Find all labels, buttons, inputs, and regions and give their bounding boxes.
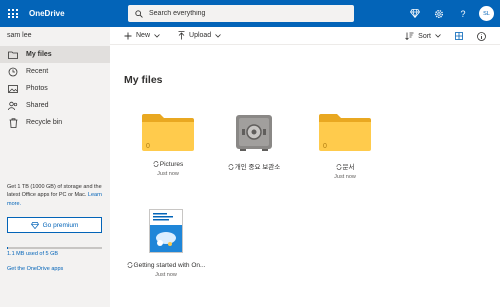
upload-label: Upload (189, 32, 212, 39)
folder-tile-pictures[interactable]: 0 Pictures Just now (133, 110, 203, 177)
go-premium-button[interactable]: Go premium (7, 217, 102, 233)
trash-icon (8, 117, 18, 128)
chevron-down-icon (215, 33, 221, 38)
sidebar-item-recycle-bin[interactable]: Recycle bin (0, 114, 110, 131)
help-button[interactable]: ? (451, 0, 475, 27)
storage-bar (7, 247, 102, 249)
item-name: 문서 (342, 164, 355, 171)
grid-view-icon (455, 32, 463, 40)
item-date: Just now (155, 272, 177, 278)
item-date: Just now (157, 171, 179, 177)
personal-vault-tile[interactable]: 개인 중요 보관소 (219, 110, 289, 171)
diamond-icon (410, 9, 420, 18)
app-title[interactable]: OneDrive (29, 9, 65, 18)
clock-icon (8, 67, 18, 77)
storage-text[interactable]: 1.1 MB used of 5 GB (7, 251, 58, 257)
sync-status-icon (228, 164, 234, 171)
plus-icon (124, 32, 132, 39)
folder-icon (8, 50, 18, 60)
search-icon (135, 9, 143, 18)
upload-icon (178, 31, 185, 40)
folder-count-badge: 0 (323, 143, 327, 150)
item-name: Getting started with On... (133, 262, 206, 269)
people-icon (8, 101, 18, 111)
details-pane-button[interactable] (477, 31, 490, 41)
sidebar-item-label: Recycle bin (26, 119, 63, 126)
folder-icon: 0 (142, 114, 194, 151)
vault-icon (236, 115, 272, 151)
sync-status-icon (153, 161, 159, 168)
waffle-icon (8, 8, 18, 19)
document-tile-getting-started[interactable]: Getting started with On... Just now (124, 209, 208, 278)
search-input[interactable] (149, 10, 339, 17)
avatar[interactable]: SL (479, 6, 494, 21)
go-premium-label: Go premium (42, 221, 79, 229)
view-options-button[interactable] (455, 32, 467, 40)
app-launcher-button[interactable] (3, 0, 23, 27)
sidebar-item-shared[interactable]: Shared (0, 97, 110, 114)
storage-promo: Get 1 TB (1000 GB) of storage and the la… (7, 183, 105, 208)
info-icon (477, 31, 486, 41)
command-bar: New Upload Sort (110, 27, 500, 45)
search-box[interactable] (128, 5, 354, 22)
image-icon (8, 84, 18, 94)
sort-label: Sort (418, 32, 431, 40)
user-name: sam lee (7, 32, 32, 39)
settings-button[interactable] (427, 0, 451, 27)
sidebar-item-my-files[interactable]: My files (0, 46, 110, 63)
page-title: My files (124, 74, 163, 86)
folder-tile-documents[interactable]: 0 문서 Just now (310, 110, 380, 180)
sync-status-icon (336, 164, 341, 171)
sidebar-item-label: Photos (26, 85, 48, 92)
chevron-down-icon (154, 33, 160, 38)
document-thumbnail-icon (149, 209, 183, 253)
top-bar: OneDrive ? SL (0, 0, 500, 27)
folder-icon: 0 (319, 114, 371, 151)
sync-status-icon (127, 262, 132, 269)
sidebar-item-recent[interactable]: Recent (0, 63, 110, 80)
sort-button[interactable]: Sort (405, 32, 445, 40)
gear-icon (435, 9, 443, 18)
new-button[interactable]: New (124, 32, 164, 40)
help-icon: ? (460, 8, 466, 19)
premium-diamond-button[interactable] (403, 0, 427, 27)
item-name: Pictures (159, 161, 184, 168)
folder-count-badge: 0 (146, 143, 150, 150)
diamond-icon (30, 221, 39, 229)
sort-icon (405, 32, 414, 40)
upload-button[interactable]: Upload (178, 31, 225, 40)
new-label: New (136, 32, 151, 39)
sidebar-item-label: Recent (26, 68, 49, 75)
item-date: Just now (334, 174, 356, 180)
sidebar-item-label: My files (26, 51, 52, 58)
get-apps-link[interactable]: Get the OneDrive apps (7, 266, 63, 272)
sidebar-item-label: Shared (26, 102, 49, 109)
chevron-down-icon (435, 34, 441, 38)
storage-fill (7, 247, 8, 249)
sidebar-item-photos[interactable]: Photos (0, 80, 110, 97)
sidebar: sam lee My files Recent Photos Shared Re… (0, 27, 110, 307)
item-name: 개인 중요 보관소 (234, 164, 281, 171)
